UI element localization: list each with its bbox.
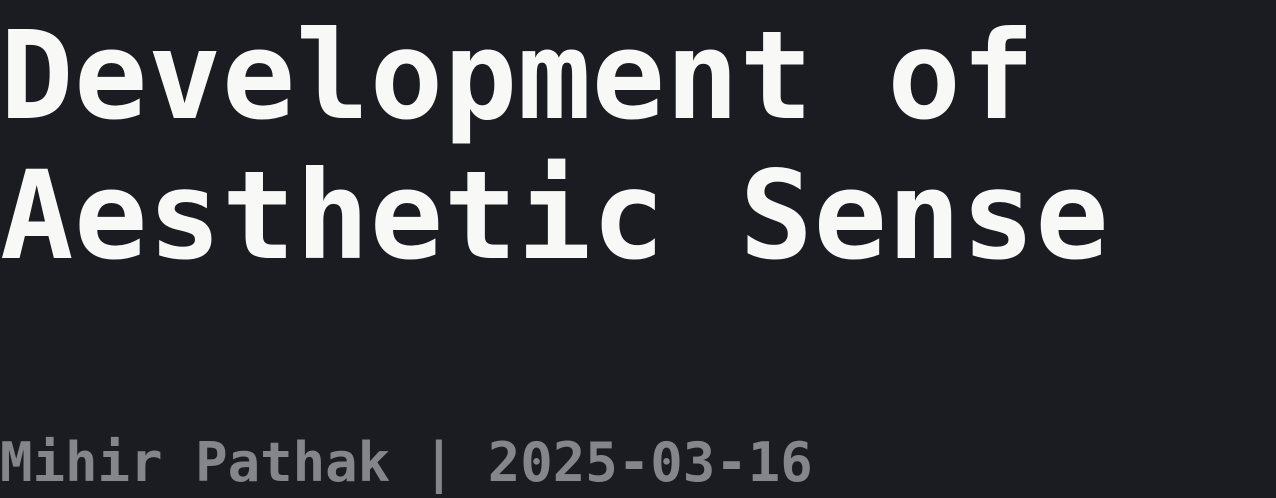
meta-separator: | [390, 431, 488, 494]
post-date: 2025-03-16 [487, 431, 813, 494]
post-header: Development of Aesthetic Sense Mihir Pat… [0, 0, 1276, 498]
post-title: Development of Aesthetic Sense [0, 6, 1109, 286]
post-meta: Mihir Pathak | 2025-03-16 [0, 428, 813, 498]
post-author: Mihir Pathak [0, 431, 391, 494]
post-title-line-1: Development of [0, 5, 1036, 147]
post-title-line-2: Aesthetic Sense [0, 145, 1110, 287]
